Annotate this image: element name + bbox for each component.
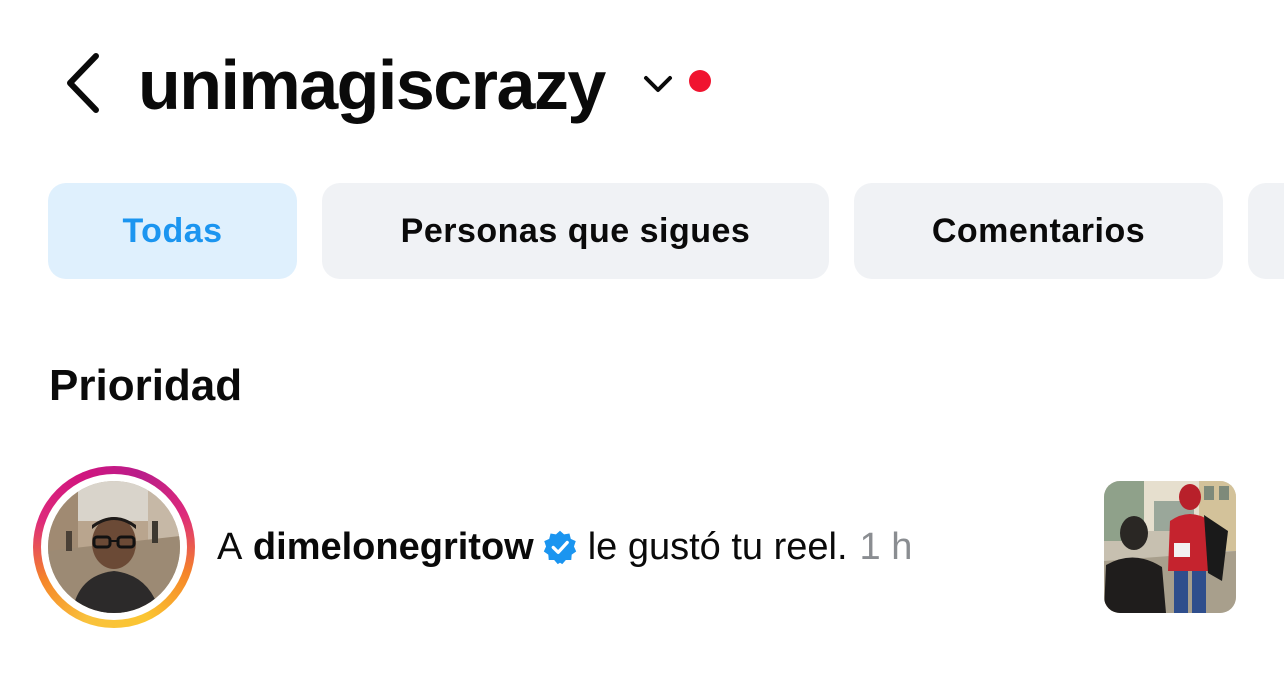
notification-text: A dimelonegritow le gustó tu reel. 1 h xyxy=(217,522,912,572)
filter-chip-more[interactable] xyxy=(1248,183,1284,279)
filter-chip-todas[interactable]: Todas xyxy=(48,183,297,279)
notification-time: 1 h xyxy=(859,526,913,568)
notifications-screen: unimagiscrazy Todas Personas que sigues … xyxy=(0,0,1284,685)
notification-username[interactable]: dimelonegritow xyxy=(253,522,534,572)
notification-prefix: A xyxy=(217,526,243,568)
verified-badge-icon xyxy=(542,529,578,565)
chevron-down-icon xyxy=(644,76,672,92)
back-button[interactable] xyxy=(56,48,116,118)
filter-chip-comentarios[interactable]: Comentarios xyxy=(854,183,1223,279)
filter-chips: Todas Personas que sigues Comentarios xyxy=(48,183,1284,279)
avatar-border xyxy=(41,474,187,620)
notification-row[interactable]: A dimelonegritow le gustó tu reel. 1 h xyxy=(0,462,1284,632)
reel-thumbnail-image xyxy=(1104,481,1236,613)
account-switcher-button[interactable] xyxy=(640,68,676,98)
notification-action: le gustó tu reel. xyxy=(587,526,848,568)
avatar-story-ring[interactable] xyxy=(33,466,195,628)
avatar xyxy=(48,481,180,613)
section-title: Prioridad xyxy=(49,361,243,410)
chevron-left-icon xyxy=(67,53,99,113)
account-name[interactable]: unimagiscrazy xyxy=(138,40,606,130)
avatar-photo-image xyxy=(48,481,180,613)
header: unimagiscrazy xyxy=(0,30,1284,140)
reel-thumbnail[interactable] xyxy=(1104,481,1236,613)
notification-dot xyxy=(689,70,711,92)
filter-chip-personas-que-sigues[interactable]: Personas que sigues xyxy=(322,183,829,279)
